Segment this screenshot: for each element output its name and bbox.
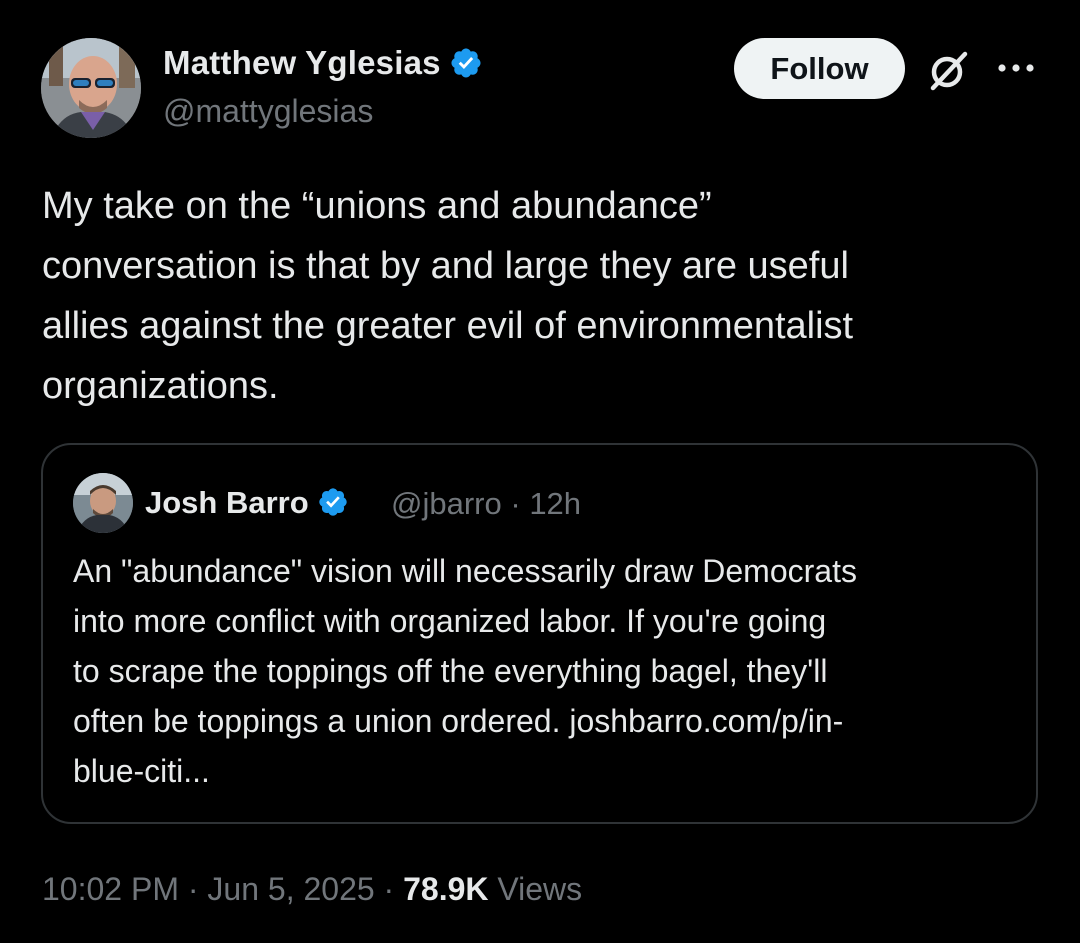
author-handle[interactable]: @mattyglesias: [163, 93, 373, 130]
author-avatar-image: [41, 38, 141, 138]
author-name[interactable]: Matthew Yglesias: [163, 44, 483, 88]
more-options-icon[interactable]: [997, 57, 1035, 79]
quote-line: often be toppings a union ordered. joshb…: [73, 703, 844, 739]
tweet-line: allies against the greater evil of envir…: [42, 305, 854, 347]
tweet-line: My take on the “unions and abundance”: [42, 185, 712, 227]
views-label: Views: [497, 871, 583, 907]
quote-line: An "abundance" vision will necessarily d…: [73, 553, 857, 589]
grok-icon[interactable]: [925, 48, 971, 94]
quote-author-handle[interactable]: @jbarro: [391, 486, 502, 521]
quote-author-avatar[interactable]: [73, 473, 133, 533]
quote-age[interactable]: 12h: [529, 486, 581, 521]
timestamp-separator: ·: [187, 871, 199, 907]
quote-meta: @jbarro · 12h: [391, 486, 581, 522]
author-avatar[interactable]: [41, 38, 141, 138]
quote-line: blue-citi...: [73, 753, 210, 789]
quote-verified-badge-icon: [317, 486, 349, 526]
follow-button[interactable]: Follow: [734, 38, 905, 99]
quote-author-name-text: Josh Barro: [145, 485, 309, 520]
author-name-text: Matthew Yglesias: [163, 44, 441, 81]
tweet-date[interactable]: Jun 5, 2025: [207, 871, 374, 907]
tweet-time[interactable]: 10:02 PM: [42, 871, 179, 907]
quote-author-name[interactable]: Josh Barro: [145, 485, 349, 526]
tweet-line: organizations.: [42, 365, 279, 407]
timestamp-separator: ·: [383, 871, 395, 907]
quote-line: into more conflict with organized labor.…: [73, 603, 827, 639]
views-count[interactable]: 78.9K: [403, 871, 488, 907]
tweet-text: My take on the “unions and abundance” co…: [42, 176, 1032, 416]
quote-text: An "abundance" vision will necessarily d…: [73, 546, 1023, 796]
tweet-timestamp-row: 10:02 PM · Jun 5, 2025 · 78.9K Views: [42, 871, 582, 908]
quoted-tweet-card[interactable]: Josh Barro @jbarro · 12h An "abundance" …: [41, 443, 1038, 824]
quote-line: to scrape the toppings off the everythin…: [73, 653, 828, 689]
tweet-line: conversation is that by and large they a…: [42, 245, 849, 287]
verified-badge-icon[interactable]: [449, 46, 483, 88]
quote-avatar-image: [73, 473, 133, 533]
quote-separator: ·: [510, 486, 521, 521]
